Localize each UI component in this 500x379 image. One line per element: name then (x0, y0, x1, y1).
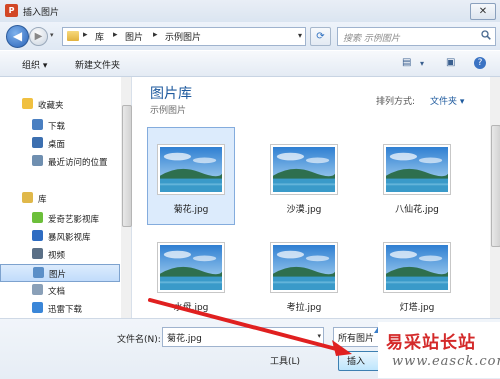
file-name: 菊花.jpg (173, 205, 209, 215)
sidebar-item-label: 视频 (48, 251, 66, 261)
sidebar-item[interactable]: 最近访问的位置 (0, 153, 120, 169)
sidebar-item[interactable]: 下载 (0, 117, 120, 133)
view-options-icon[interactable]: ▤ (402, 57, 411, 68)
sidebar-item-label: 桌面 (48, 140, 66, 150)
breadcrumb-pictures[interactable]: 图片 (125, 30, 143, 43)
folder-icon (32, 230, 43, 241)
file-name: 灯塔.jpg (399, 303, 435, 313)
arrange-by-dropdown[interactable]: 文件夹 ▾ (430, 94, 464, 107)
address-bar: ◀ ▶ ▾ ▸ 库 ▸ 图片 ▸ 示例图片 ▾ ⟳ 搜索 示例图片 (0, 22, 500, 50)
forward-button[interactable]: ▶ (29, 27, 48, 46)
back-button[interactable]: ◀ (6, 25, 29, 48)
sidebar-item[interactable]: 视频 (0, 246, 120, 262)
sidebar-item-label: 库 (38, 195, 47, 205)
sidebar-item-label: 收藏夹 (38, 101, 64, 111)
breadcrumb-sample-pictures[interactable]: 示例图片 (165, 30, 201, 43)
folder-icon (32, 248, 43, 259)
sidebar-item-label: 文档 (48, 287, 66, 297)
file-name: 水母.jpg (173, 303, 209, 313)
sidebar-item[interactable]: 收藏夹 (0, 96, 120, 112)
sidebar-item[interactable]: 暴风影视库 (0, 228, 120, 244)
preview-pane-icon[interactable]: ▣ (446, 57, 455, 68)
search-icon (481, 30, 491, 40)
tools-button[interactable]: 工具(L) (270, 354, 300, 367)
file-thumbnail[interactable]: 沙漠.jpg (260, 127, 348, 225)
breadcrumb-separator[interactable]: ▸ (83, 30, 88, 40)
filetype-value: 所有图片 (338, 334, 375, 344)
library-subtitle: 示例图片 (150, 106, 187, 116)
folder-group-icon (22, 98, 33, 109)
sidebar-item-label: 最近访问的位置 (48, 158, 108, 168)
sidebar-item-label: 爱奇艺影视库 (48, 215, 100, 225)
folder-icon (67, 31, 79, 41)
arrange-by-label: 排列方式: (376, 97, 416, 107)
file-thumbnail[interactable]: 菊花.jpg (147, 127, 235, 225)
file-name: 八仙花.jpg (395, 205, 439, 215)
sidebar-item-label: 下载 (48, 122, 66, 132)
file-thumbnail[interactable]: 考拉.jpg (260, 225, 348, 323)
organize-button[interactable]: 组织 ▾ (22, 58, 47, 71)
folder-icon (32, 155, 43, 166)
sidebar-item[interactable]: 图片 (0, 264, 120, 282)
title-bar: P 插入图片 ✕ (0, 0, 500, 23)
filename-dropdown-icon[interactable]: ▾ (317, 332, 321, 340)
content-scrollbar[interactable] (490, 77, 500, 318)
search-placeholder: 搜索 示例图片 (343, 34, 400, 44)
sidebar-item[interactable]: 爱奇艺影视库 (0, 210, 120, 226)
filename-label: 文件名(N): (117, 335, 161, 345)
search-input[interactable]: 搜索 示例图片 (337, 27, 496, 46)
folder-group-icon (22, 192, 33, 203)
watermark-url: www.easck.com (392, 354, 500, 369)
folder-icon (32, 119, 43, 130)
file-list-pane: 图片库 示例图片 排列方式: 文件夹 ▾ 菊花.jpg 沙漠.jpg 八仙花.jpg… (132, 77, 500, 318)
nav-scrollbar[interactable] (121, 77, 132, 318)
image-thumbnail (270, 144, 338, 195)
file-thumbnail[interactable]: 灯塔.jpg (373, 225, 461, 323)
window-title: 插入图片 (23, 8, 60, 18)
file-name: 沙漠.jpg (286, 205, 322, 215)
image-thumbnail (383, 144, 451, 195)
address-dropdown-icon[interactable]: ▾ (298, 31, 302, 40)
sidebar-item-label: 图片 (49, 270, 67, 280)
file-thumbnail[interactable]: 八仙花.jpg (373, 127, 461, 225)
breadcrumb-separator[interactable]: ▸ (113, 30, 118, 40)
watermark-logo: 易采站长站 www.easck.com (378, 322, 500, 378)
watermark-text: 易采站长站 (386, 333, 476, 353)
folder-icon (32, 284, 43, 295)
refresh-button[interactable]: ⟳ (310, 27, 331, 46)
sidebar-item[interactable]: 文档 (0, 282, 120, 298)
image-thumbnail (157, 144, 225, 195)
image-thumbnail (270, 242, 338, 293)
folder-icon (32, 212, 43, 223)
filename-value: 菊花.jpg (167, 334, 202, 344)
command-toolbar: 组织 ▾ 新建文件夹 ▤ ▾ ▣ ? (0, 51, 500, 77)
sidebar-item-label: 暴风影视库 (48, 233, 91, 243)
nav-scrollbar-thumb[interactable] (122, 105, 132, 227)
breadcrumb-library[interactable]: 库 (95, 30, 104, 43)
breadcrumb-separator[interactable]: ▸ (153, 30, 158, 40)
image-thumbnail (383, 242, 451, 293)
image-thumbnail (157, 242, 225, 293)
history-dropdown-icon[interactable]: ▾ (50, 31, 54, 39)
content-scrollbar-thumb[interactable] (491, 125, 500, 247)
folder-icon (32, 302, 43, 313)
powerpoint-icon: P (5, 4, 18, 17)
file-thumbnail[interactable]: 水母.jpg (147, 225, 235, 323)
folder-icon (33, 267, 44, 278)
sidebar-item[interactable]: 库 (0, 190, 120, 206)
sidebar-item-label: 迅雷下载 (48, 305, 83, 315)
new-folder-button[interactable]: 新建文件夹 (75, 58, 120, 71)
sidebar-item[interactable]: 桌面 (0, 135, 120, 151)
navigation-pane: 收藏夹下载桌面最近访问的位置库爱奇艺影视库 暴风影视库视频图片文档迅雷下载 (0, 77, 132, 318)
filename-field[interactable]: 菊花.jpg ▾ (162, 327, 324, 347)
library-title: 图片库 (150, 86, 192, 102)
help-icon[interactable]: ? (474, 57, 486, 69)
view-dropdown-icon[interactable]: ▾ (420, 59, 424, 68)
sidebar-item[interactable]: 迅雷下载 (0, 300, 120, 316)
folder-icon (32, 137, 43, 148)
close-button[interactable]: ✕ (470, 3, 496, 20)
file-name: 考拉.jpg (286, 303, 322, 313)
address-field[interactable]: ▸ 库 ▸ 图片 ▸ 示例图片 ▾ (62, 27, 306, 46)
